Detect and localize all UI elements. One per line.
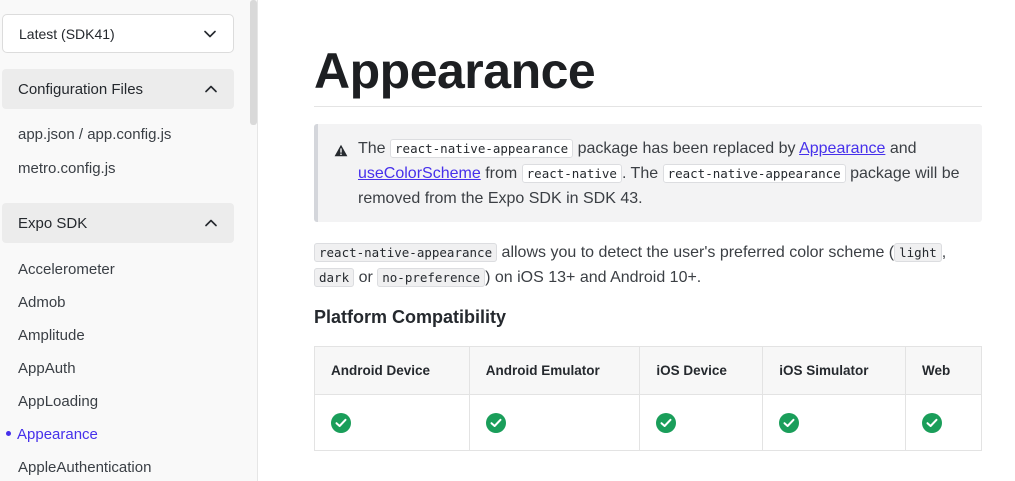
column-header-ios-simulator: iOS Simulator [762,346,907,395]
inline-code: light [894,243,942,262]
appearance-link[interactable]: Appearance [799,140,885,157]
active-indicator-dot [6,430,11,436]
table-cell [468,394,641,451]
sidebar-item-accelerometer[interactable]: Accelerometer [18,261,115,278]
intro-text: allows you to detect the user's preferre… [501,244,895,261]
callout-text: . The [621,165,659,182]
intro-text: or [358,269,373,286]
sidebar-item-metro-config[interactable]: metro.config.js [18,160,116,177]
section-header-configuration-files[interactable]: Configuration Files [2,69,234,109]
intro-text: ) on iOS 13+ and Android 10+. [485,269,702,286]
use-color-scheme-link[interactable]: useColorScheme [358,165,481,182]
intro-paragraph: react-native-appearance allows you to de… [314,240,984,290]
chevron-down-icon [203,27,217,41]
table-row [314,394,982,451]
intro-text: , [941,244,947,261]
inline-code: react-native-appearance [662,164,846,183]
sidebar-item-amplitude[interactable]: Amplitude [18,327,85,344]
inline-code: react-native [521,164,622,183]
page-title: Appearance [314,43,596,99]
column-header-android-device: Android Device [314,346,470,395]
title-divider [314,106,982,107]
sidebar-item-appearance[interactable]: Appearance [6,426,98,443]
callout-text: package has been replaced by [577,140,796,157]
check-circle-icon [485,412,506,433]
sidebar-item-label: Appearance [17,426,98,443]
callout-text: The [358,140,386,157]
sidebar-scrollbar[interactable] [250,0,257,125]
sidebar-item-admob[interactable]: Admob [18,294,66,311]
inline-code: no-preference [377,268,486,287]
sidebar: Latest (SDK41) Configuration Files app.j… [0,0,258,481]
sidebar-item-app-json[interactable]: app.json / app.config.js [18,126,171,143]
table-cell [639,394,764,451]
check-circle-icon [779,412,800,433]
warning-icon [334,140,348,165]
table-cell [314,394,470,451]
chevron-up-icon [204,82,218,96]
check-circle-icon [656,412,677,433]
column-header-ios-device: iOS Device [639,346,764,395]
version-select[interactable]: Latest (SDK41) [2,14,234,53]
deprecation-callout: The react-native-appearance package has … [314,124,982,222]
inline-code: dark [314,268,355,287]
sidebar-item-appauth[interactable]: AppAuth [18,360,76,377]
callout-text: from [485,165,518,182]
table-cell [762,394,907,451]
check-circle-icon [331,412,351,433]
check-circle-icon [922,412,943,433]
inline-code: react-native-appearance [390,139,574,158]
sidebar-item-appleauthentication[interactable]: AppleAuthentication [18,459,151,476]
sidebar-item-apploading[interactable]: AppLoading [18,393,98,410]
table-cell [905,394,982,451]
inline-code: react-native-appearance [314,243,498,262]
column-header-web: Web [905,346,982,395]
chevron-up-icon [204,216,218,230]
table-header-row: Android Device Android Emulator iOS Devi… [314,346,982,395]
section-header-expo-sdk[interactable]: Expo SDK [2,203,234,243]
section-label: Configuration Files [18,80,144,98]
callout-text: and [889,140,917,157]
section-label: Expo SDK [18,214,88,232]
version-select-value: Latest (SDK41) [19,25,115,42]
platform-compatibility-table: Android Device Android Emulator iOS Devi… [314,346,982,451]
column-header-android-emulator: Android Emulator [468,346,641,395]
platform-compatibility-heading: Platform Compatibility [314,307,507,327]
